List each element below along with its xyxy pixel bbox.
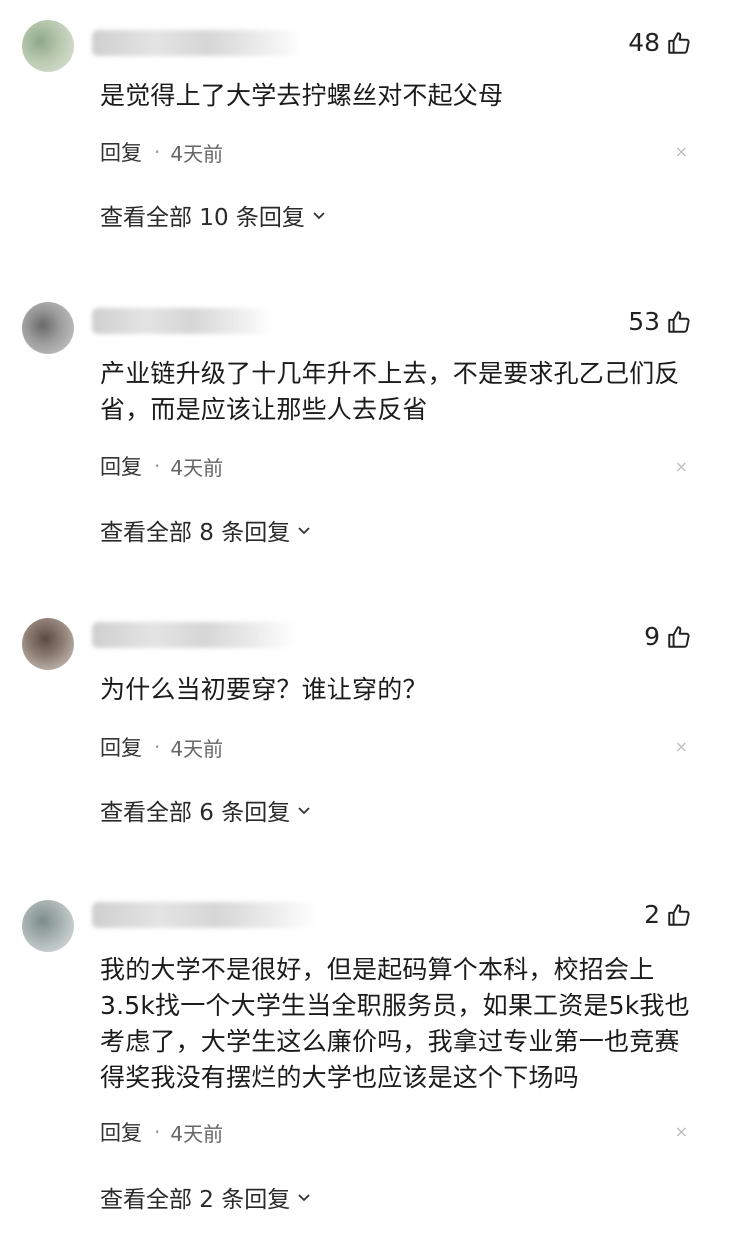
- comment-text: 是觉得上了大学去拧螺丝对不起父母: [100, 81, 504, 110]
- reply-button[interactable]: 回复: [100, 137, 142, 167]
- thumbs-up-icon: [668, 625, 690, 648]
- reply-button[interactable]: 回复: [100, 451, 142, 481]
- like-count: 9: [644, 622, 660, 651]
- view-all-replies-button[interactable]: 查看全部 10 条回复: [100, 198, 327, 232]
- view-all-replies-label: 查看全部 8 条回复: [100, 520, 291, 546]
- like-button[interactable]: 48: [628, 28, 692, 57]
- close-icon[interactable]: ×: [675, 142, 688, 161]
- avatar[interactable]: [22, 302, 74, 354]
- comment-meta: 回复 · 4天前: [100, 1117, 223, 1147]
- close-icon[interactable]: ×: [675, 1122, 688, 1141]
- avatar[interactable]: [22, 900, 74, 952]
- chevron-down-icon: [298, 1194, 310, 1202]
- thumbs-up-icon: [668, 903, 690, 926]
- avatar[interactable]: [22, 618, 74, 670]
- chevron-down-icon: [298, 807, 310, 815]
- view-all-replies-label: 查看全部 10 条回复: [100, 205, 305, 231]
- like-count: 2: [644, 900, 660, 929]
- chevron-down-icon: [313, 212, 325, 220]
- comment-meta: 回复 · 4天前: [100, 732, 223, 762]
- reply-button[interactable]: 回复: [100, 732, 142, 762]
- close-icon[interactable]: ×: [675, 457, 688, 476]
- thumbs-up-icon: [668, 310, 690, 333]
- separator-dot: ·: [154, 1120, 161, 1144]
- comment-text: 我的大学不是很好，但是起码算个本科，校招会上3.5k找一个大学生当全职服务员，如…: [100, 955, 690, 1092]
- comment-meta: 回复 · 4天前: [100, 451, 223, 481]
- like-button[interactable]: 9: [644, 622, 692, 651]
- timestamp: 4天前: [170, 1121, 224, 1146]
- comment-text: 为什么当初要穿？谁让穿的？: [100, 675, 428, 704]
- view-all-replies-label: 查看全部 2 条回复: [100, 1187, 291, 1213]
- username-blurred[interactable]: [92, 308, 272, 334]
- view-all-replies-button[interactable]: 查看全部 6 条回复: [100, 793, 312, 827]
- view-all-replies-label: 查看全部 6 条回复: [100, 800, 291, 826]
- comment-meta: 回复 · 4天前: [100, 137, 223, 167]
- close-icon[interactable]: ×: [675, 737, 688, 756]
- timestamp: 4天前: [170, 141, 224, 166]
- chevron-down-icon: [298, 527, 310, 535]
- like-button[interactable]: 53: [628, 307, 692, 336]
- view-all-replies-button[interactable]: 查看全部 2 条回复: [100, 1180, 312, 1214]
- reply-button[interactable]: 回复: [100, 1117, 142, 1147]
- separator-dot: ·: [154, 454, 161, 478]
- username-blurred[interactable]: [92, 622, 297, 648]
- comment-text: 产业链升级了十几年升不上去，不是要求孔乙己们反省，而是应该让那些人去反省: [100, 359, 680, 424]
- username-blurred[interactable]: [92, 902, 317, 928]
- separator-dot: ·: [154, 140, 161, 164]
- timestamp: 4天前: [170, 455, 224, 480]
- timestamp: 4天前: [170, 736, 224, 761]
- avatar[interactable]: [22, 20, 74, 72]
- like-count: 48: [628, 28, 660, 57]
- like-button[interactable]: 2: [644, 900, 692, 929]
- username-blurred[interactable]: [92, 30, 302, 56]
- thumbs-up-icon: [668, 31, 690, 54]
- separator-dot: ·: [154, 735, 161, 759]
- view-all-replies-button[interactable]: 查看全部 8 条回复: [100, 513, 312, 547]
- like-count: 53: [628, 307, 660, 336]
